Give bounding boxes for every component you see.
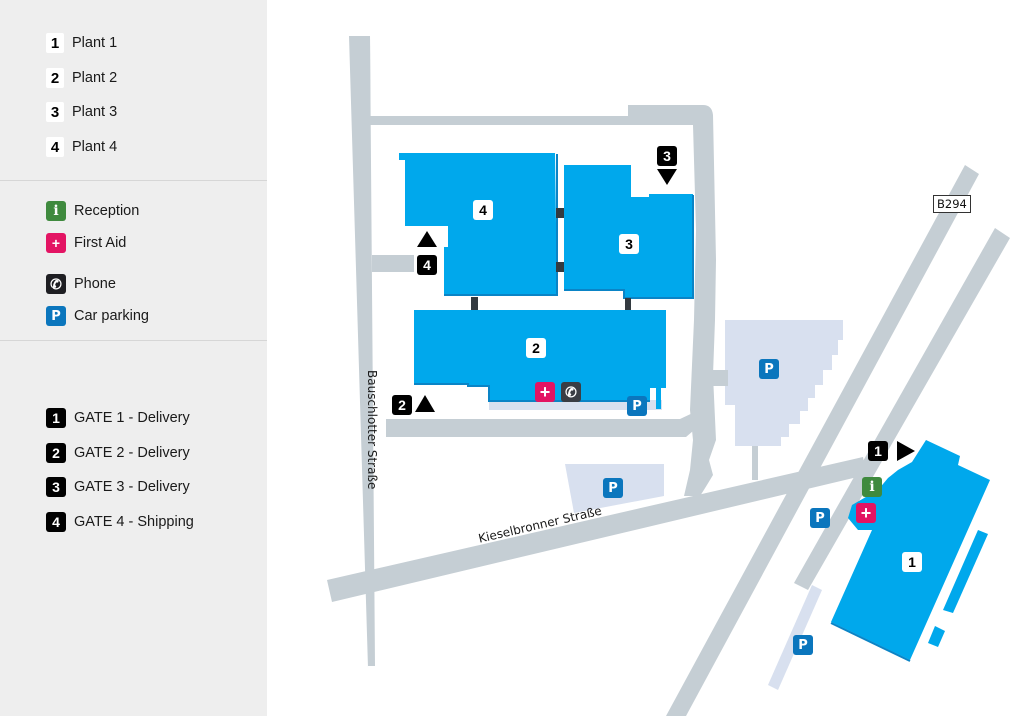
legend-panel: 1 Plant 1 2 Plant 2 3 Plant 3 4 Plant 4 … xyxy=(0,0,267,716)
legend-label: Plant 1 xyxy=(72,35,118,51)
legend-gate-3[interactable]: 3 GATE 3 - Delivery xyxy=(46,476,190,498)
phone-icon: ✆ xyxy=(46,274,66,294)
gate-marker-4[interactable]: 4 xyxy=(417,255,437,275)
legend-plant-2[interactable]: 2 Plant 2 xyxy=(46,67,117,89)
legend-first-aid[interactable]: + First Aid xyxy=(46,232,126,254)
connector-4-3-b xyxy=(556,262,564,272)
connector-4-3-a xyxy=(556,208,564,218)
legend-phone[interactable]: ✆ Phone xyxy=(46,273,116,295)
connector-3-2 xyxy=(625,298,631,312)
road-parking-stub xyxy=(710,370,728,386)
parking-icon: P xyxy=(46,306,66,326)
plant-label-1[interactable]: 1 xyxy=(902,552,922,572)
legend-plant-1[interactable]: 1 Plant 1 xyxy=(46,32,117,54)
legend-label: First Aid xyxy=(74,235,127,251)
parking-icon[interactable]: P xyxy=(627,396,647,416)
site-map[interactable]: Bauschlotter Straße Kieselbronner Straße… xyxy=(267,0,1024,716)
gate-number-badge: 4 xyxy=(46,512,66,532)
phone-icon[interactable]: ✆ xyxy=(561,382,581,402)
gate-marker-3[interactable]: 3 xyxy=(657,146,677,166)
plant-label-3[interactable]: 3 xyxy=(619,234,639,254)
legend-gate-1[interactable]: 1 GATE 1 - Delivery xyxy=(46,407,190,429)
arrow-up-icon xyxy=(415,395,435,412)
legend-label: GATE 4 - Shipping xyxy=(74,514,194,530)
road-east-parking-stub xyxy=(752,446,758,480)
reception-icon: i xyxy=(46,201,66,221)
legend-label: Plant 3 xyxy=(72,104,118,120)
legend-label: Phone xyxy=(74,276,116,292)
road-plant4-stub xyxy=(372,255,414,272)
plant-number-badge: 1 xyxy=(46,33,64,53)
parking-icon[interactable]: P xyxy=(793,635,813,655)
legend-reception[interactable]: i Reception xyxy=(46,200,139,222)
legend-divider xyxy=(0,180,267,181)
first-aid-icon: + xyxy=(46,233,66,253)
plant-number-badge: 2 xyxy=(46,68,64,88)
road-north-access xyxy=(369,116,631,125)
plant-label-4[interactable]: 4 xyxy=(473,200,493,220)
street-label-bauschlotter: Bauschlotter Straße xyxy=(365,370,379,490)
legend-divider xyxy=(0,340,267,341)
legend-label: GATE 1 - Delivery xyxy=(74,410,190,426)
plant-number-badge: 3 xyxy=(46,102,64,122)
road-plant2-south xyxy=(386,411,700,437)
map-canvas xyxy=(327,36,1010,716)
legend-label: GATE 2 - Delivery xyxy=(74,445,190,461)
gate-number-badge: 2 xyxy=(46,443,66,463)
legend-label: GATE 3 - Delivery xyxy=(74,479,190,495)
arrow-right-icon xyxy=(897,441,915,461)
legend-label: Car parking xyxy=(74,308,149,324)
legend-parking[interactable]: P Car parking xyxy=(46,305,149,327)
gate-number-badge: 1 xyxy=(46,408,66,428)
gate-marker-1[interactable]: 1 xyxy=(868,441,888,461)
legend-gate-2[interactable]: 2 GATE 2 - Delivery xyxy=(46,442,190,464)
parking-icon[interactable]: P xyxy=(810,508,830,528)
legend-label: Reception xyxy=(74,203,140,219)
plant-number-badge: 4 xyxy=(46,137,64,157)
reception-icon[interactable]: i xyxy=(862,477,882,497)
parking-icon[interactable]: P xyxy=(759,359,779,379)
road-shield-b294: B294 xyxy=(933,195,971,213)
parking-icon[interactable]: P xyxy=(603,478,623,498)
arrow-up-icon xyxy=(417,231,437,247)
plant-label-2[interactable]: 2 xyxy=(526,338,546,358)
arrow-down-icon xyxy=(657,169,677,185)
connector-4-2 xyxy=(471,297,478,311)
legend-gate-4[interactable]: 4 GATE 4 - Shipping xyxy=(46,511,194,533)
gate-marker-2[interactable]: 2 xyxy=(392,395,412,415)
legend-plant-3[interactable]: 3 Plant 3 xyxy=(46,101,117,123)
first-aid-icon[interactable]: + xyxy=(856,503,876,523)
legend-label: Plant 2 xyxy=(72,70,118,86)
building-plant-1-annex-b xyxy=(928,626,945,647)
first-aid-icon[interactable]: + xyxy=(535,382,555,402)
legend-plant-4[interactable]: 4 Plant 4 xyxy=(46,136,117,158)
legend-label: Plant 4 xyxy=(72,139,118,155)
gate-number-badge: 3 xyxy=(46,477,66,497)
